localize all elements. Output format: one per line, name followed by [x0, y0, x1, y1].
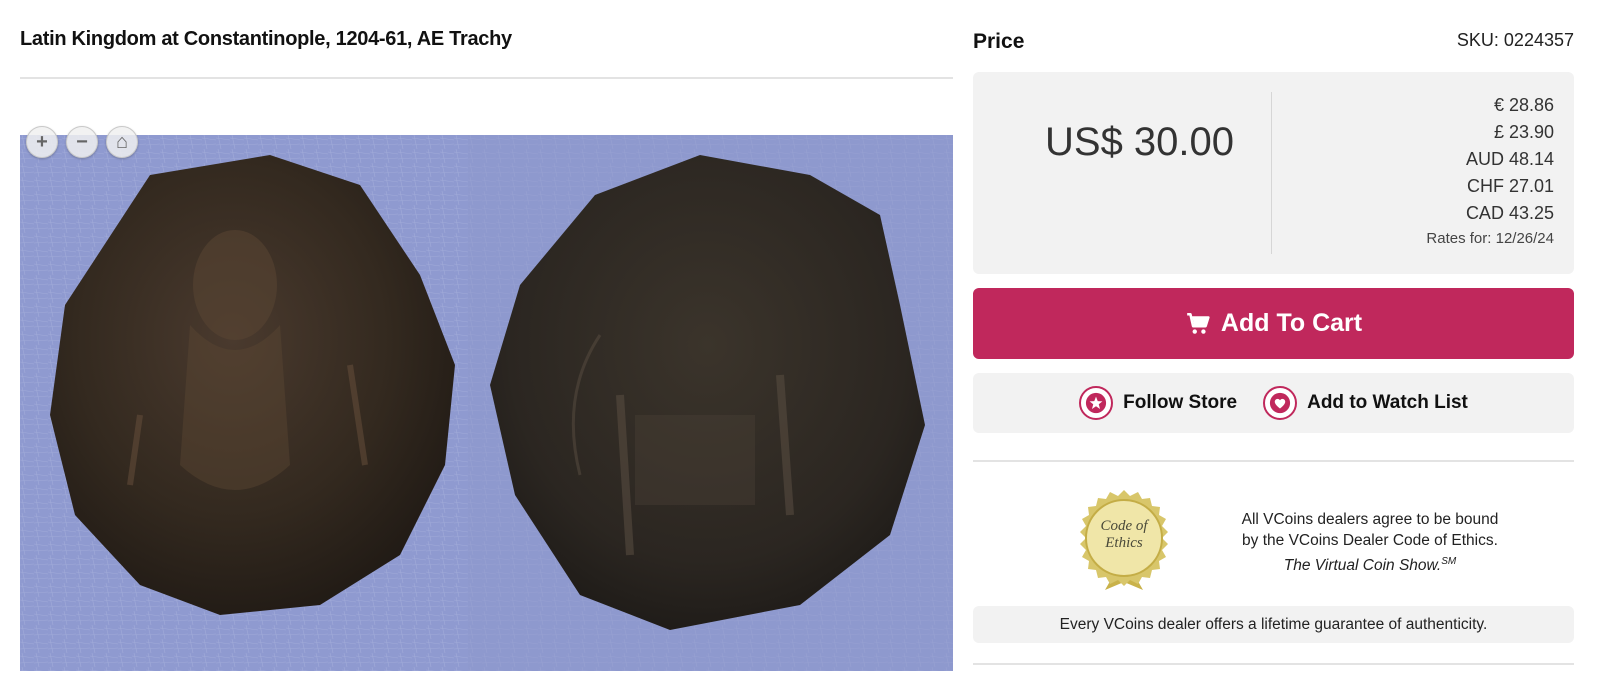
ethics-line-2: by the VCoins Dealer Code of Ethics.	[1242, 532, 1498, 549]
virtual-coin-show-label: The Virtual Coin Show.	[1283, 557, 1442, 575]
heart-icon	[1263, 386, 1298, 420]
price-panel: US$ 30.00 € 28.86 £ 23.90 AUD 48.14 CHF …	[973, 72, 1574, 274]
rate-chf: CHF 27.01	[1466, 176, 1554, 196]
zoom-in-icon[interactable]: +	[26, 126, 58, 158]
price-heading: Price	[973, 30, 1025, 53]
rate-cad: CAD 43.25	[1465, 203, 1554, 223]
currency-rates: € 28.86 £ 23.90 AUD 48.14 CHF 27.01 CAD …	[1426, 92, 1554, 247]
seal-text: Code of Ethics	[1073, 518, 1175, 552]
add-to-watch-list-button[interactable]: Add to Watch List	[1263, 386, 1468, 420]
rate-gbp: £ 23.90	[1493, 122, 1554, 142]
price-usd: US$ 30.00	[1045, 120, 1235, 164]
ethics-line-1: All VCoins dealers agree to be bound	[1241, 511, 1499, 528]
store-actions: Follow Store Add to Watch List	[973, 373, 1574, 433]
rate-aud: AUD 48.14	[1465, 149, 1554, 169]
add-to-cart-label: Add To Cart	[1220, 309, 1363, 337]
price-divider	[1271, 92, 1272, 254]
title-divider	[20, 77, 953, 79]
authenticity-guarantee: Every VCoins dealer offers a lifetime gu…	[973, 606, 1574, 643]
virtual-coin-show: The Virtual Coin Show.SM	[1205, 551, 1535, 576]
follow-store-label: Follow Store	[1123, 392, 1238, 413]
coin-photo	[20, 135, 953, 671]
add-to-cart-button[interactable]: Add To Cart	[973, 288, 1574, 359]
section-divider	[973, 460, 1574, 462]
product-title: Latin Kingdom at Constantinople, 1204-61…	[20, 28, 512, 50]
home-icon[interactable]: ⌂	[106, 126, 138, 158]
service-mark: SM	[1441, 556, 1457, 567]
star-icon	[1079, 386, 1114, 420]
zoom-out-icon[interactable]: −	[66, 126, 98, 158]
follow-store-button[interactable]: Follow Store	[1079, 386, 1237, 420]
coin-image[interactable]	[20, 135, 953, 671]
code-of-ethics-text: All VCoins dealers agree to be bound by …	[1205, 509, 1535, 576]
rate-eur: € 28.86	[1493, 95, 1554, 115]
zoom-controls: + − ⌂	[26, 126, 138, 158]
cart-icon	[1187, 312, 1210, 334]
bottom-divider	[973, 663, 1574, 665]
seal-line-2: Ethics	[1105, 535, 1143, 551]
rates-date: Rates for: 12/26/24	[1426, 230, 1554, 247]
watch-list-label: Add to Watch List	[1307, 392, 1468, 413]
seal-line-1: Code of	[1100, 518, 1148, 534]
sku-label: SKU: 0224357	[1456, 30, 1574, 50]
